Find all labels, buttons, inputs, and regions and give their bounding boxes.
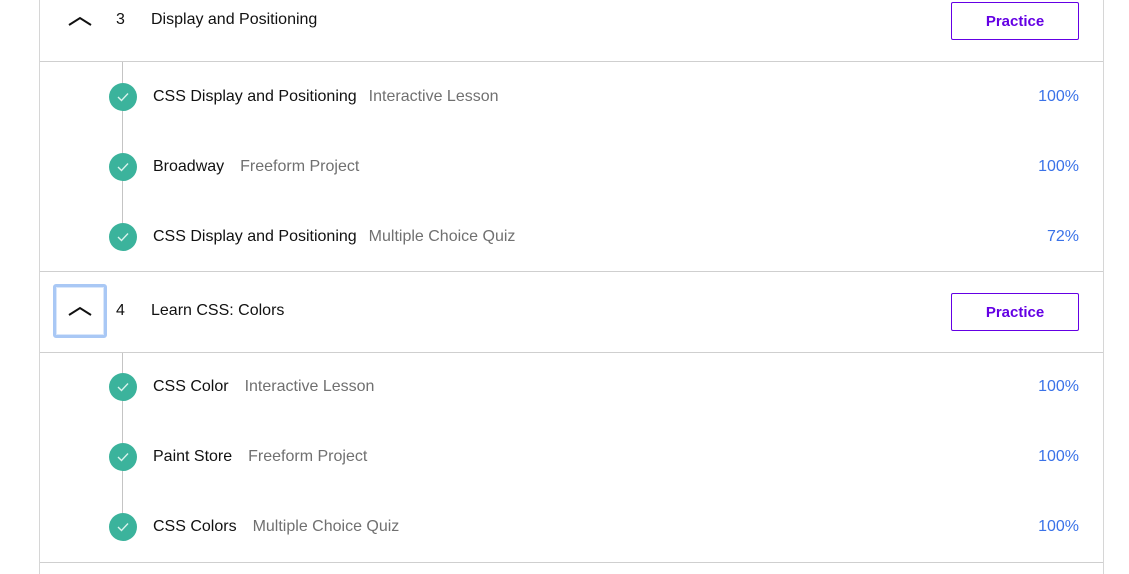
checkmark-icon	[109, 443, 137, 471]
lesson-type: Interactive Lesson	[368, 88, 499, 105]
lesson-item[interactable]: CSS Colors Multiple Choice Quiz 100%	[40, 493, 1103, 563]
checkmark-icon	[109, 223, 137, 251]
module-4-lessons: CSS Color Interactive Lesson 100% Paint S…	[40, 353, 1103, 563]
checkmark-icon	[109, 153, 137, 181]
lesson-item[interactable]: CSS Display and Positioning Interactive L…	[40, 62, 1103, 132]
chevron-up-icon	[68, 16, 92, 26]
checkmark-icon	[109, 373, 137, 401]
lesson-title: CSS Display and Positioning	[153, 228, 357, 245]
lesson-percent: 100%	[1038, 88, 1079, 105]
module-title: Learn CSS: Colors	[151, 302, 285, 319]
lesson-item[interactable]: CSS Color Interactive Lesson 100%	[40, 353, 1103, 423]
lesson-title: CSS Display and Positioning	[153, 88, 357, 105]
lesson-title: Broadway	[153, 158, 225, 175]
module-4-collapse-toggle[interactable]	[53, 284, 107, 338]
lesson-type: Multiple Choice Quiz	[368, 228, 516, 245]
checkmark-icon	[109, 83, 137, 111]
module-header-4: 4 Learn CSS: Colors Practice	[40, 272, 1103, 353]
lesson-type: Interactive Lesson	[244, 378, 375, 395]
module-number: 3	[116, 11, 125, 28]
lesson-item[interactable]: Paint Store Freeform Project 100%	[40, 423, 1103, 493]
module-title: Display and Positioning	[151, 11, 318, 28]
practice-button[interactable]: Practice	[951, 293, 1079, 331]
lesson-percent: 100%	[1038, 378, 1079, 395]
lesson-type: Freeform Project	[240, 158, 360, 175]
chevron-up-icon	[68, 306, 92, 316]
lesson-percent: 100%	[1038, 448, 1079, 465]
lesson-percent: 100%	[1038, 158, 1079, 175]
lesson-item[interactable]: Broadway Freeform Project 100%	[40, 132, 1103, 202]
lesson-title: CSS Color	[153, 378, 229, 395]
lesson-title: CSS Colors	[153, 518, 237, 535]
lesson-percent: 72%	[1046, 228, 1079, 245]
syllabus-panel: 3 Display and Positioning Practice CSS D…	[39, 0, 1104, 574]
lesson-title: Paint Store	[153, 448, 233, 465]
checkmark-icon	[109, 513, 137, 541]
lesson-percent: 100%	[1038, 518, 1079, 535]
module-header-3: 3 Display and Positioning Practice	[40, 0, 1103, 62]
lesson-type: Freeform Project	[248, 448, 368, 465]
module-number: 4	[116, 302, 125, 319]
practice-button[interactable]: Practice	[951, 2, 1079, 40]
module-3-lessons: CSS Display and Positioning Interactive L…	[40, 62, 1103, 272]
lesson-item[interactable]: CSS Display and Positioning Multiple Choi…	[40, 202, 1103, 272]
lesson-type: Multiple Choice Quiz	[252, 518, 400, 535]
module-3-collapse-toggle[interactable]	[53, 0, 107, 48]
